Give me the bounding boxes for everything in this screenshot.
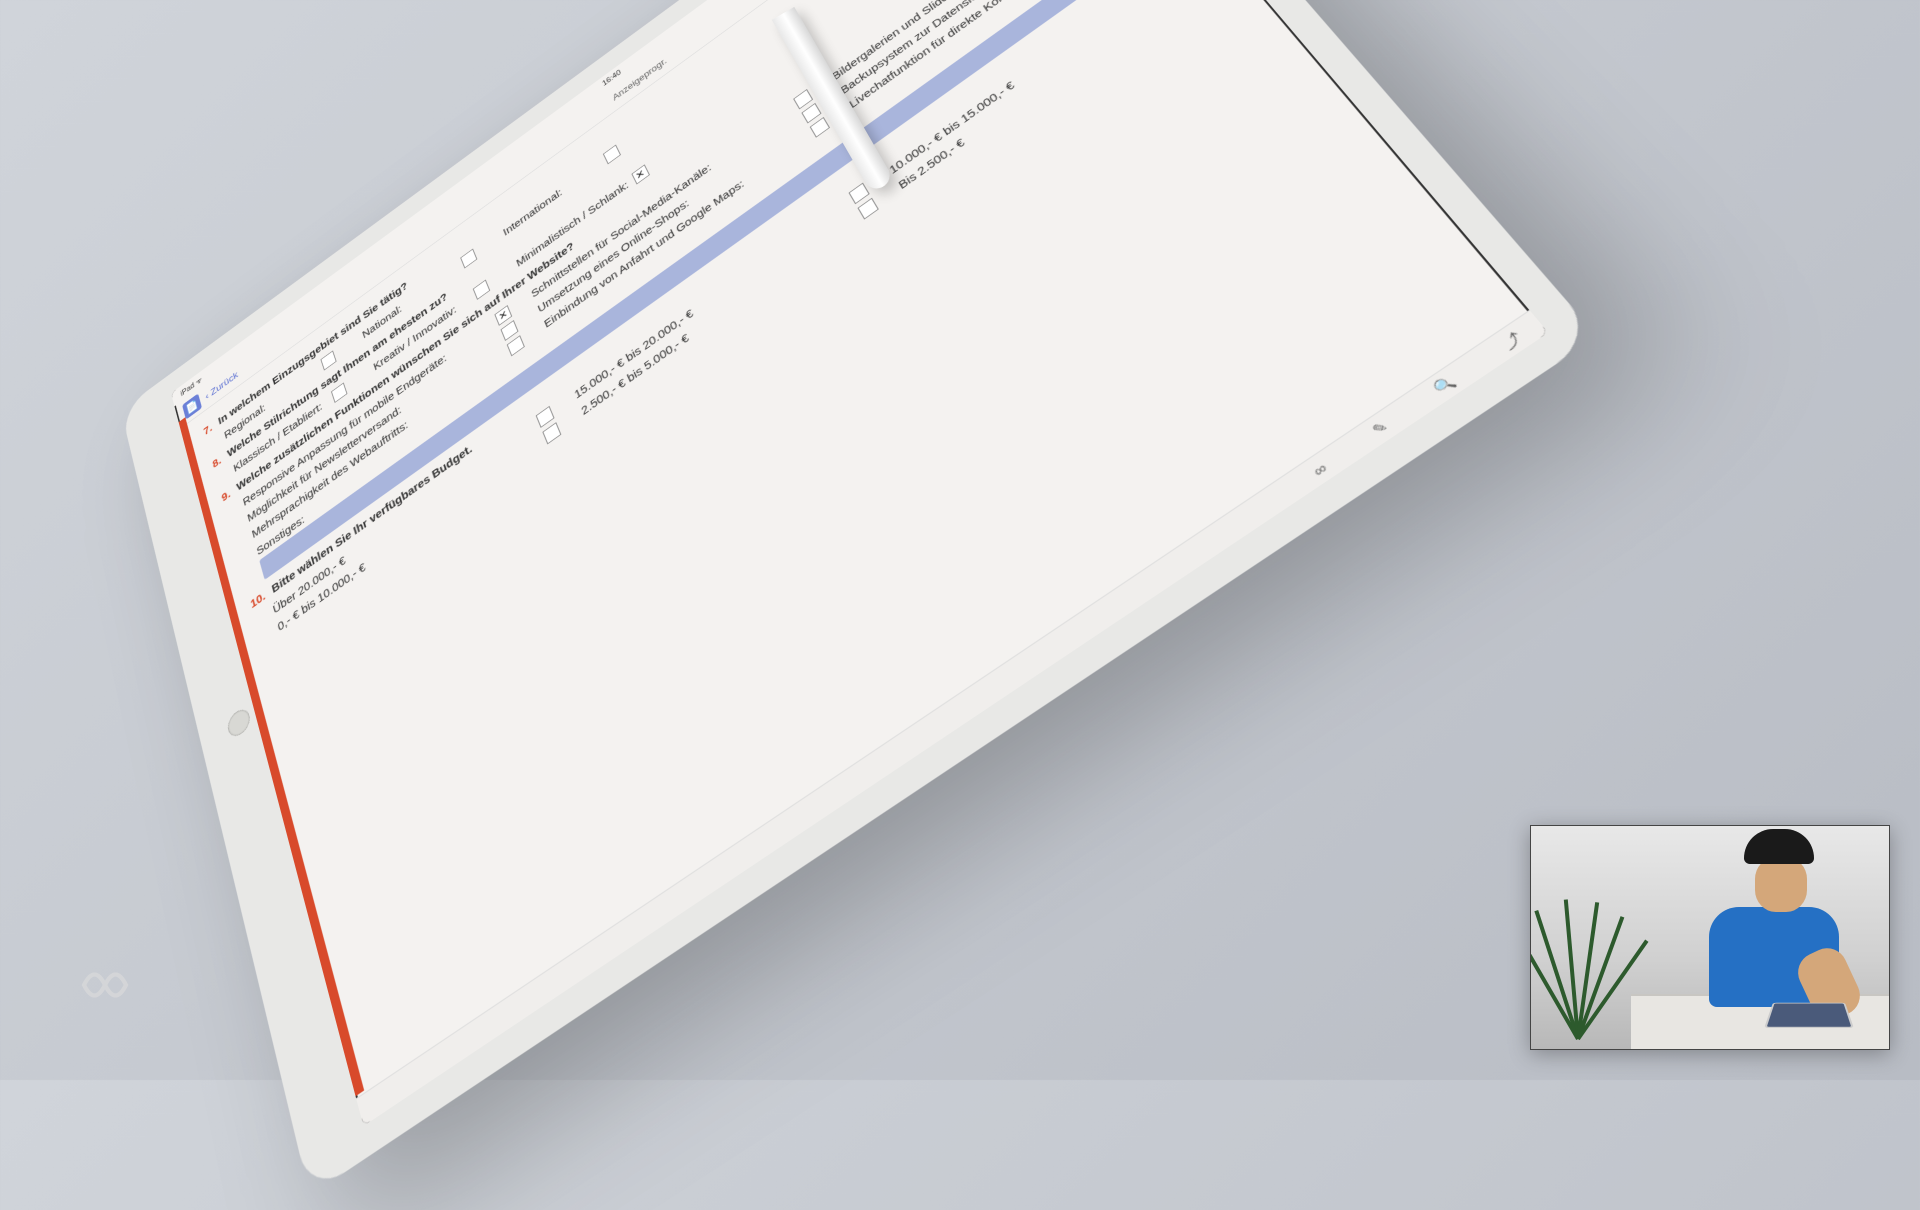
webcam-overlay — [1530, 825, 1890, 1050]
pip-tablet — [1764, 1003, 1854, 1028]
checkbox[interactable] — [631, 165, 649, 185]
tablet-device: iPad ᯤ 16:40 📄 ‹ Zurück Anzeigeprogr. 7.… — [121, 0, 1598, 1196]
document-content: 7. In welchem Einzugsgebiet sind Sie tät… — [180, 0, 1241, 676]
checkbox[interactable] — [603, 145, 621, 165]
qnum: 10. — [249, 589, 266, 610]
checkbox[interactable] — [331, 382, 347, 402]
toolbar-item-infinity-icon[interactable]: ∞ — [1310, 459, 1330, 479]
checkbox[interactable] — [810, 117, 830, 138]
toolbar-item-search-icon[interactable]: 🔍 — [1431, 372, 1460, 398]
checkbox[interactable] — [473, 280, 490, 300]
person — [1699, 829, 1849, 1009]
qnum: 7. — [203, 422, 214, 438]
checkbox[interactable] — [320, 350, 336, 370]
checkbox[interactable] — [542, 422, 561, 444]
checkbox[interactable] — [507, 335, 525, 356]
checkbox[interactable] — [460, 249, 477, 269]
qnum: 8. — [211, 454, 222, 470]
toolbar-item-edit-icon[interactable]: ✎ — [1369, 417, 1391, 439]
watermark-logo — [70, 950, 140, 1020]
toolbar-item-share-icon[interactable]: ⤴ — [1498, 327, 1526, 353]
plant — [1536, 899, 1626, 1039]
checkbox[interactable] — [857, 198, 878, 220]
home-button[interactable] — [226, 705, 252, 741]
checkbox[interactable] — [793, 89, 813, 109]
option: Bis 2.500,- € — [896, 0, 1211, 192]
qnum: 9. — [220, 488, 231, 504]
